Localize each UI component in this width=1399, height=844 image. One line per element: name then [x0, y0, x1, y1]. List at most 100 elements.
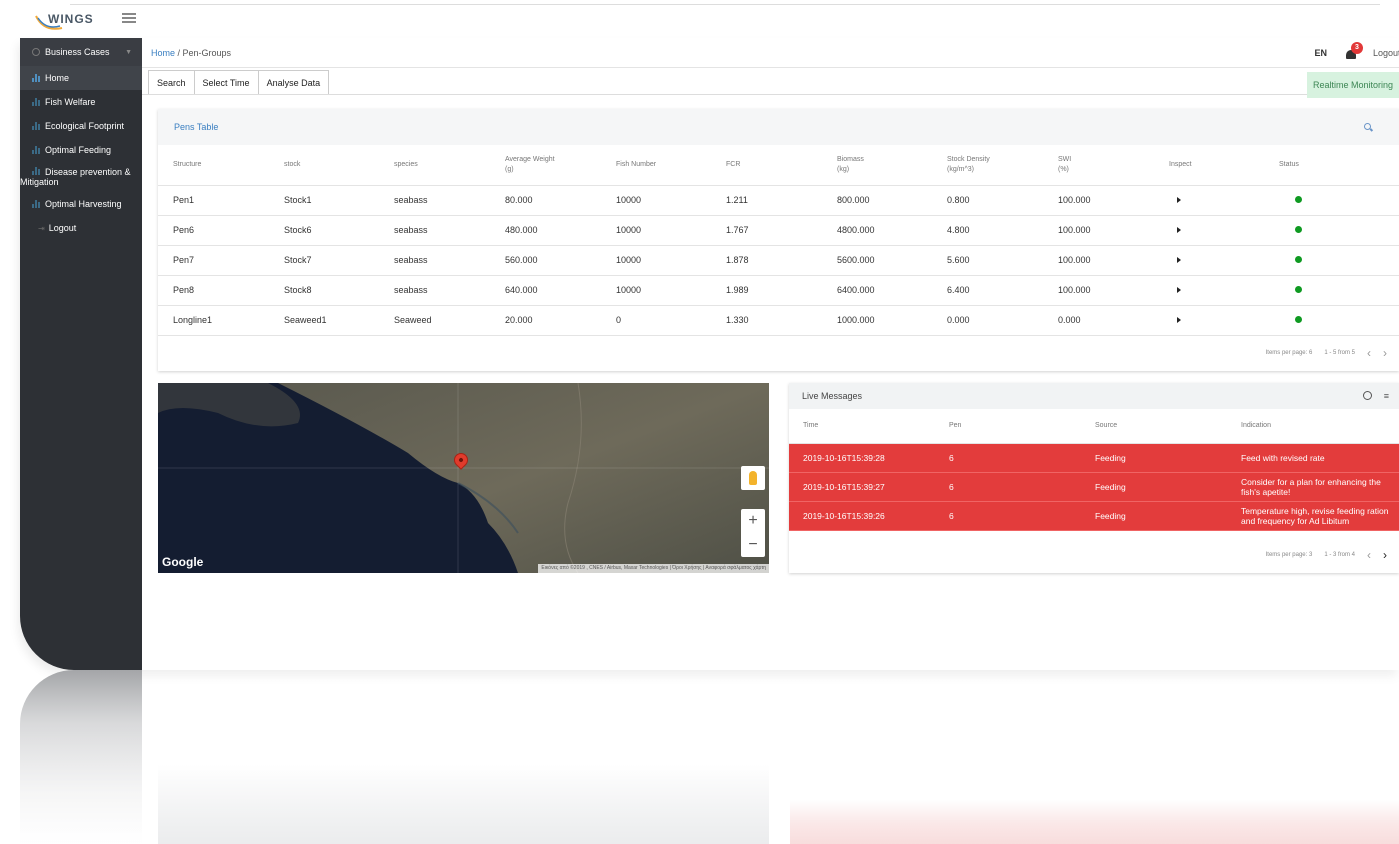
column-header[interactable]: Structure — [158, 145, 269, 186]
breadcrumb-home-link[interactable]: Home — [151, 48, 175, 58]
sidebar-item-disease-prevention[interactable]: Disease prevention & Mitigation — [20, 162, 142, 192]
cell-average-weight: 20.000 — [490, 305, 601, 336]
table-row[interactable]: Longline1 Seaweed1 Seaweed 20.000 0 1.33… — [158, 305, 1399, 336]
cell-species: seabass — [379, 215, 490, 246]
play-icon[interactable] — [1177, 287, 1181, 293]
play-icon[interactable] — [1177, 257, 1181, 263]
column-header[interactable]: Fish Number — [601, 145, 711, 186]
page-range: 1 - 3 from 4 — [1324, 552, 1355, 558]
next-page-icon[interactable]: › — [1383, 346, 1387, 360]
cell-source: Feeding — [1081, 501, 1227, 531]
cell-status — [1264, 305, 1399, 336]
cell-structure: Pen8 — [158, 275, 269, 306]
column-header[interactable]: Source — [1081, 409, 1227, 444]
chevron-down-icon: ▼ — [125, 48, 132, 56]
table-row[interactable]: Pen8 Stock8 seabass 640.000 10000 1.989 … — [158, 275, 1399, 306]
filter-icon[interactable]: ≡ — [1384, 391, 1389, 401]
prev-page-icon[interactable]: ‹ — [1367, 548, 1371, 562]
toolbar: Search Select Time Analyse Data — [142, 68, 1399, 95]
cell-pen: 6 — [935, 472, 1081, 502]
status-ok-icon — [1295, 226, 1302, 233]
table-row[interactable]: Pen7 Stock7 seabass 560.000 10000 1.878 … — [158, 245, 1399, 276]
logout-icon: ⇥ — [38, 223, 45, 233]
dashboard-icon — [32, 48, 40, 56]
column-header[interactable]: SWI (%) — [1043, 145, 1154, 186]
cell-structure: Pen6 — [158, 215, 269, 246]
main-content: Home / Pen-Groups EN 3 Logout Search Sel… — [142, 38, 1399, 670]
column-header[interactable]: Pen — [935, 409, 1081, 444]
cell-average-weight: 640.000 — [490, 275, 601, 306]
bar-chart-icon — [32, 200, 41, 208]
column-header[interactable]: Stock Density (kg/m^3) — [932, 145, 1043, 186]
column-header[interactable]: Biomass (kg) — [822, 145, 932, 186]
cell-fcr: 1.330 — [711, 305, 822, 336]
map-attribution[interactable]: Εικόνες από ©2019 , CNES / Airbus, Maxar… — [538, 564, 769, 573]
sidebar-item-optimal-feeding[interactable]: Optimal Feeding — [20, 138, 142, 162]
column-header[interactable]: stock — [269, 145, 379, 186]
cell-species: Seaweed — [379, 305, 490, 336]
menu-toggle-icon[interactable] — [122, 13, 136, 23]
cell-pen: 6 — [935, 501, 1081, 531]
select-time-button[interactable]: Select Time — [194, 70, 259, 94]
bar-chart-icon — [32, 167, 41, 175]
sidebar-item-optimal-harvesting[interactable]: Optimal Harvesting — [20, 192, 142, 216]
realtime-monitoring-button[interactable]: Realtime Monitoring — [1307, 72, 1399, 98]
sidebar-item-label: Fish Welfare — [45, 97, 96, 107]
cell-indication: Temperature high, revise feeding ration … — [1227, 501, 1399, 531]
analyse-data-button[interactable]: Analyse Data — [258, 70, 330, 94]
divider — [70, 4, 1380, 5]
sidebar-item-ecological-footprint[interactable]: Ecological Footprint — [20, 114, 142, 138]
sidebar-item-logout[interactable]: ⇥ Logout — [20, 216, 142, 240]
play-icon[interactable] — [1177, 227, 1181, 233]
alert-row[interactable]: 2019-10-16T15:39:28 6 Feeding Feed with … — [789, 443, 1399, 473]
cell-inspect — [1154, 185, 1264, 216]
items-per-page[interactable]: Items per page: 3 — [1266, 552, 1313, 558]
play-icon[interactable] — [1177, 317, 1181, 323]
google-logo: Google — [162, 555, 204, 569]
cell-fish-number: 10000 — [601, 215, 711, 246]
language-selector[interactable]: EN — [1314, 48, 1327, 58]
cell-fcr: 1.767 — [711, 215, 822, 246]
alert-row[interactable]: 2019-10-16T15:39:26 6 Feeding Temperatur… — [789, 501, 1399, 531]
next-page-icon[interactable]: › — [1383, 548, 1387, 562]
cell-inspect — [1154, 275, 1264, 306]
alert-row[interactable]: 2019-10-16T15:39:27 6 Feeding Consider f… — [789, 472, 1399, 502]
table-row[interactable]: Pen1 Stock1 seabass 80.000 10000 1.211 8… — [158, 185, 1399, 216]
column-header[interactable]: Average Weight (g) — [490, 145, 601, 186]
notification-bell-icon[interactable]: 3 — [1345, 41, 1363, 60]
cell-swi: 100.000 — [1043, 245, 1154, 276]
cell-status — [1264, 185, 1399, 216]
satellite-map[interactable]: Google + − Εικόνες από ©2019 , CNES / Ai… — [158, 383, 769, 573]
table-row[interactable]: Pen6 Stock6 seabass 480.000 10000 1.767 … — [158, 215, 1399, 246]
cell-pen: 6 — [935, 443, 1081, 473]
sidebar-item-fish-welfare[interactable]: Fish Welfare — [20, 90, 142, 114]
prev-page-icon[interactable]: ‹ — [1367, 346, 1371, 360]
decorative-reflection — [20, 670, 1399, 844]
street-view-pegman-icon[interactable] — [741, 466, 765, 490]
clock-icon[interactable] — [1362, 391, 1372, 400]
column-header[interactable]: Time — [789, 409, 935, 444]
cell-time: 2019-10-16T15:39:27 — [789, 472, 935, 502]
items-per-page[interactable]: Items per page: 6 — [1266, 350, 1313, 356]
cell-stock: Stock1 — [269, 185, 379, 216]
column-header[interactable]: species — [379, 145, 490, 186]
sidebar-header[interactable]: Business Cases ▼ — [20, 38, 142, 66]
search-icon[interactable] — [1364, 123, 1371, 130]
cell-time: 2019-10-16T15:39:26 — [789, 501, 935, 531]
sidebar-item-home[interactable]: Home — [20, 66, 142, 90]
zoom-in-button[interactable]: + — [741, 509, 765, 533]
zoom-out-button[interactable]: − — [741, 533, 765, 557]
pens-table: Structure stock species Average Weight (g… — [158, 145, 1399, 336]
logout-link[interactable]: Logout — [1373, 48, 1399, 58]
breadcrumb-current: Pen-Groups — [182, 47, 232, 58]
search-button[interactable]: Search — [148, 70, 195, 94]
live-messages-header: Live Messages ≡ — [789, 383, 1399, 409]
play-icon[interactable] — [1177, 197, 1181, 203]
cell-fish-number: 0 — [601, 305, 711, 336]
page-range: 1 - 5 from 5 — [1324, 350, 1355, 356]
column-header[interactable]: FCR — [711, 145, 822, 186]
cell-time: 2019-10-16T15:39:28 — [789, 443, 935, 473]
sidebar-item-label: Optimal Feeding — [45, 145, 112, 155]
column-header[interactable]: Indication — [1227, 409, 1399, 444]
column-header: Status — [1264, 145, 1399, 186]
